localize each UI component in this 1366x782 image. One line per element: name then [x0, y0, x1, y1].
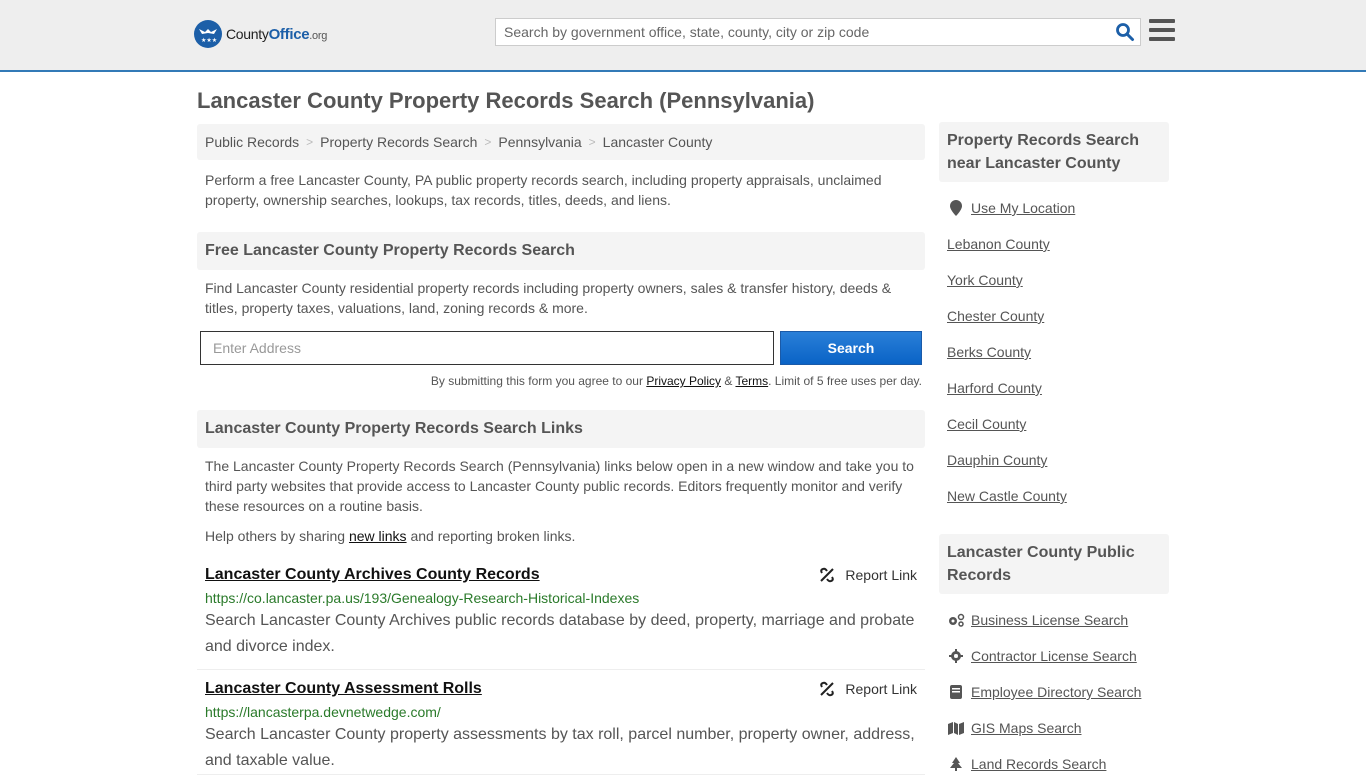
breadcrumb-pennsylvania[interactable]: Pennsylvania: [498, 134, 581, 150]
nearby-county-link[interactable]: Chester County: [947, 308, 1044, 324]
breadcrumb-public-records[interactable]: Public Records: [205, 134, 299, 150]
links-heading: Lancaster County Property Records Search…: [197, 410, 925, 448]
breadcrumb-separator: >: [306, 135, 314, 149]
logo-text-office: Office: [268, 25, 310, 43]
nearby-county-link[interactable]: Cecil County: [947, 416, 1026, 432]
main-content: Public Records > Property Records Search…: [197, 124, 925, 775]
new-links-link[interactable]: new links: [349, 528, 407, 544]
site-header: ★★★ CountyOffice.org: [0, 0, 1366, 72]
nearby-county-link[interactable]: Lebanon County: [947, 236, 1050, 252]
record-url: https://co.lancaster.pa.us/193/Genealogy…: [205, 590, 640, 606]
nearby-county-link[interactable]: New Castle County: [947, 488, 1067, 504]
map-icon: [947, 721, 965, 735]
public-record-item: Employee Directory Search: [947, 674, 1161, 710]
land-records-search-link[interactable]: Land Records Search: [971, 756, 1106, 772]
nearby-county-link[interactable]: Berks County: [947, 344, 1031, 360]
public-record-item: GIS Maps Search: [947, 710, 1161, 746]
address-search-form: Search: [197, 331, 925, 365]
nearby-item: Lebanon County: [947, 226, 1161, 262]
use-location-item: Use My Location: [947, 190, 1161, 226]
hamburger-menu-icon[interactable]: [1149, 19, 1175, 41]
public-record-item: Contractor License Search: [947, 638, 1161, 674]
nearby-heading: Property Records Search near Lancaster C…: [939, 122, 1169, 182]
site-search: [495, 18, 1141, 46]
site-search-input[interactable]: [496, 19, 1110, 45]
search-icon[interactable]: [1110, 19, 1140, 45]
report-link-button[interactable]: Report Link: [819, 681, 917, 697]
nearby-item: Harford County: [947, 370, 1161, 406]
gis-maps-search-link[interactable]: GIS Maps Search: [971, 720, 1082, 736]
record-title-link[interactable]: Lancaster County Archives County Records: [205, 566, 540, 584]
breadcrumb: Public Records > Property Records Search…: [197, 124, 925, 160]
public-records-list: Business License Search Contractor Licen…: [939, 602, 1169, 782]
form-disclaimer: By submitting this form you agree to our…: [430, 374, 922, 388]
nearby-county-link[interactable]: York County: [947, 272, 1023, 288]
employee-directory-search-link[interactable]: Employee Directory Search: [971, 684, 1141, 700]
page-title: Lancaster County Property Records Search…: [197, 88, 815, 113]
record-description: Search Lancaster County property assessm…: [205, 726, 915, 769]
breadcrumb-separator: >: [588, 135, 596, 149]
intro-text: Perform a free Lancaster County, PA publ…: [205, 172, 882, 208]
site-logo[interactable]: ★★★ CountyOffice.org: [194, 20, 327, 48]
nearby-item: Cecil County: [947, 406, 1161, 442]
record-url: https://lancasterpa.devnetwedge.com/: [205, 704, 441, 720]
nearby-item: York County: [947, 262, 1161, 298]
help-text: Help others by sharing new links and rep…: [205, 528, 576, 544]
free-search-heading: Free Lancaster County Property Records S…: [197, 232, 925, 270]
cogs-icon: [947, 613, 965, 627]
nearby-item: New Castle County: [947, 478, 1161, 514]
record-description: Search Lancaster County Archives public …: [205, 612, 915, 655]
cog-icon: [947, 649, 965, 663]
breadcrumb-lancaster-county[interactable]: Lancaster County: [603, 134, 713, 150]
public-record-item: Business License Search: [947, 602, 1161, 638]
nearby-county-link[interactable]: Dauphin County: [947, 452, 1047, 468]
free-search-description: Find Lancaster County residential proper…: [205, 280, 892, 316]
terms-link[interactable]: Terms: [735, 374, 768, 388]
book-icon: [947, 685, 965, 699]
public-record-item: Land Records Search: [947, 746, 1161, 782]
address-search-button[interactable]: Search: [780, 331, 922, 365]
links-description: The Lancaster County Property Records Se…: [205, 458, 914, 514]
record-title-link[interactable]: Lancaster County Assessment Rolls: [205, 680, 482, 698]
use-my-location-link[interactable]: Use My Location: [971, 200, 1075, 216]
tree-icon: [947, 757, 965, 771]
logo-text-county: County: [226, 25, 269, 42]
logo-text-org: .org: [309, 29, 328, 42]
nearby-item: Berks County: [947, 334, 1161, 370]
record-item: Lancaster County Archives County Records…: [197, 566, 925, 670]
broken-link-icon: [820, 681, 835, 697]
breadcrumb-property-records-search[interactable]: Property Records Search: [320, 134, 477, 150]
business-license-search-link[interactable]: Business License Search: [971, 612, 1128, 628]
sidebar: Property Records Search near Lancaster C…: [939, 122, 1169, 782]
nearby-item: Dauphin County: [947, 442, 1161, 478]
broken-link-icon: [820, 567, 835, 583]
public-records-heading: Lancaster County Public Records: [939, 534, 1169, 594]
breadcrumb-separator: >: [484, 135, 492, 149]
privacy-policy-link[interactable]: Privacy Policy: [646, 374, 721, 388]
eagle-logo-icon: ★★★: [194, 20, 222, 48]
nearby-county-link[interactable]: Harford County: [947, 380, 1042, 396]
nearby-item: Chester County: [947, 298, 1161, 334]
address-input[interactable]: [200, 331, 774, 365]
nearby-list: Use My Location Lebanon County York Coun…: [939, 190, 1169, 514]
report-link-button[interactable]: Report Link: [819, 567, 917, 583]
svg-text:★★★: ★★★: [201, 37, 217, 44]
contractor-license-search-link[interactable]: Contractor License Search: [971, 648, 1137, 664]
record-item: Lancaster County Assessment Rolls Report…: [197, 680, 925, 775]
map-marker-icon: [947, 200, 965, 216]
